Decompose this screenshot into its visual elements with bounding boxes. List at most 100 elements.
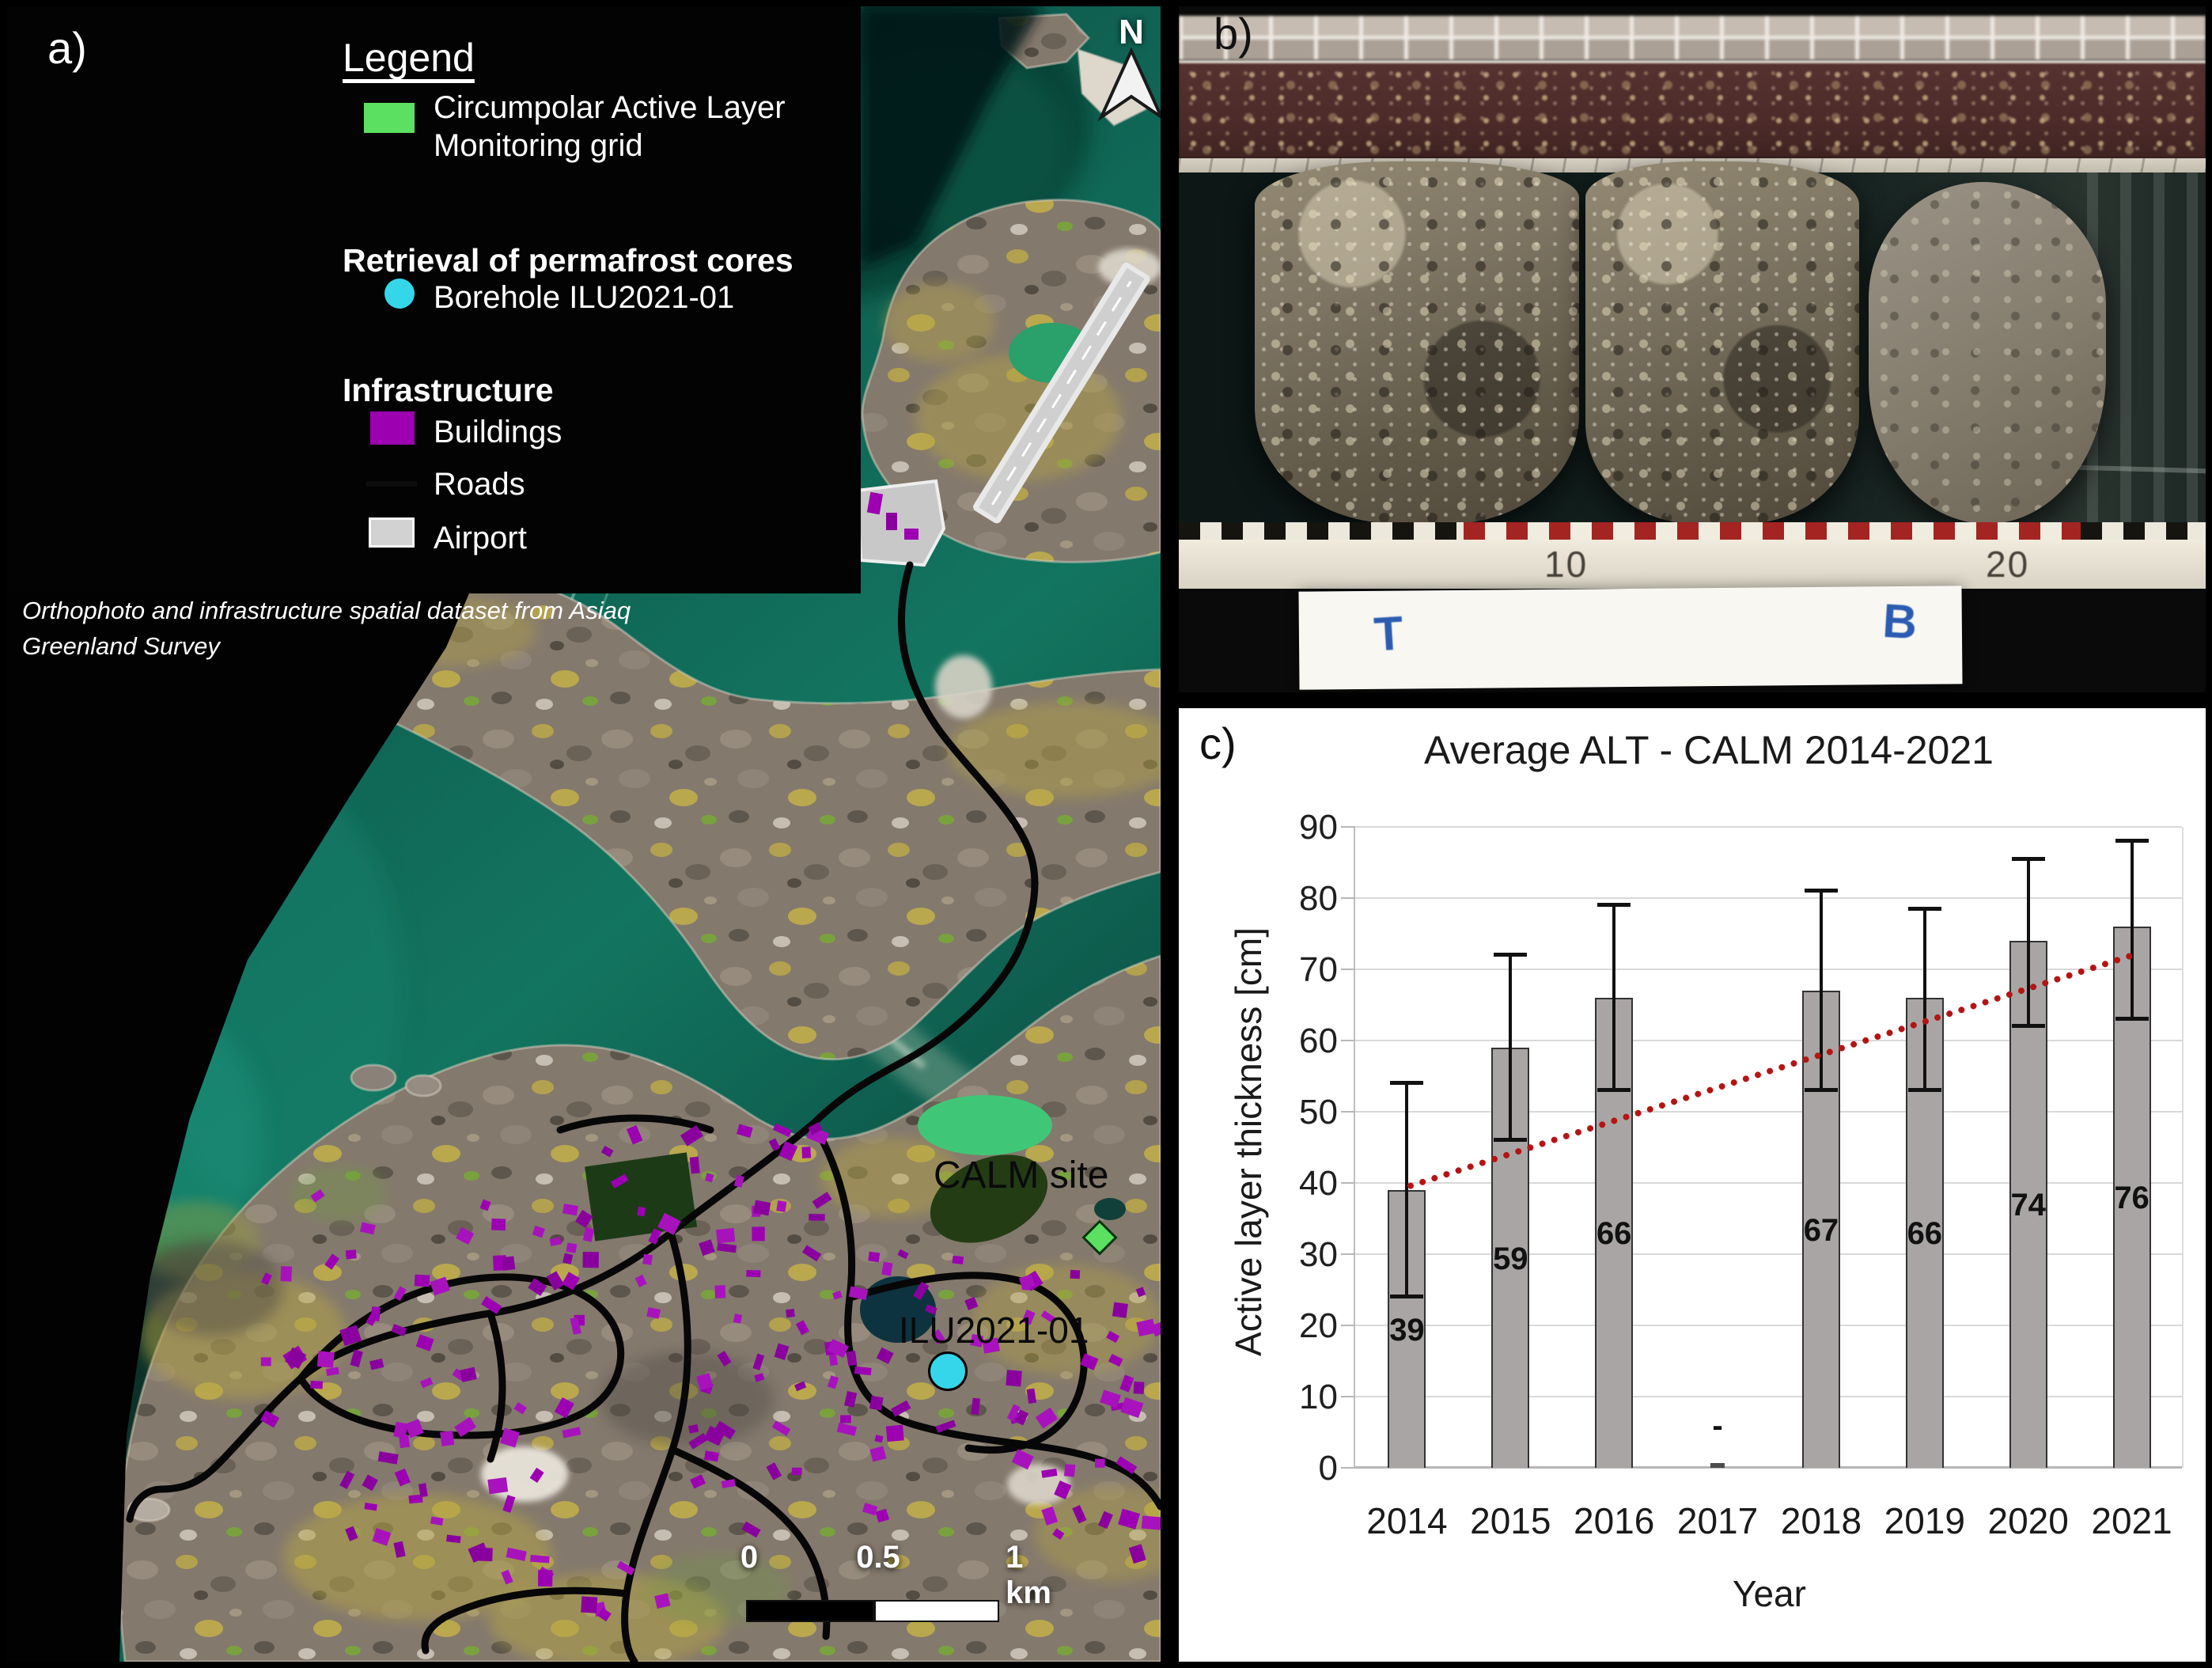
- grid-line: [1355, 897, 2182, 899]
- x-tick-label: 2018: [1781, 1499, 1862, 1542]
- map-panel: Legend Circumpolar Active Layer Monitori…: [6, 6, 1161, 1662]
- grid-line: [1355, 1182, 2182, 1184]
- grid-line: [1355, 826, 2182, 828]
- grid-line: [1355, 1040, 2182, 1041]
- borehole-marker: [928, 1351, 968, 1391]
- x-tick-label: 2016: [1574, 1499, 1654, 1542]
- bar-value-label: 39: [1389, 1313, 1425, 1348]
- error-bar-stem: [1820, 891, 1823, 1090]
- plot-area: 0102030405060708090395966-67667476: [1355, 827, 2184, 1468]
- legend-title: Legend: [343, 35, 475, 81]
- missing-value-label: -: [1712, 1408, 1722, 1444]
- calm-grid-label: Circumpolar Active Layer Monitoring grid: [434, 89, 829, 165]
- calm-grid-swatch: [364, 103, 415, 133]
- y-tick-label: 80: [1243, 879, 1338, 919]
- permafrost-core-2: [1585, 161, 1859, 524]
- error-bar-cap-top: [1908, 907, 1941, 911]
- error-bar-cap-top: [2115, 839, 2149, 843]
- tile-wall: [1179, 16, 2206, 60]
- grid-line: [1355, 1111, 2182, 1113]
- borehole-marker-swatch: [384, 279, 415, 309]
- x-tick-label: 2015: [1470, 1499, 1551, 1542]
- y-tick-label: 60: [1243, 1022, 1338, 1061]
- north-label: N: [1119, 13, 1144, 52]
- scale-bar-white-segment: [874, 1600, 999, 1622]
- y-tick-mark: [1341, 1182, 1355, 1184]
- error-bar-stem: [1509, 955, 1512, 1140]
- data-credit: Orthophoto and infrastructure spatial da…: [22, 593, 687, 665]
- core-photo-panel: 10 20 T B b): [1179, 6, 2206, 692]
- error-bar-stem: [1612, 905, 1615, 1090]
- scale-end: 1 km: [1006, 1540, 1051, 1611]
- y-tick-mark: [1341, 1040, 1355, 1041]
- buildings-label: Buildings: [434, 413, 562, 451]
- bar-value-label: 67: [1804, 1213, 1839, 1249]
- y-tick-label: 10: [1243, 1378, 1338, 1417]
- error-bar-cap-bottom: [1908, 1088, 1941, 1092]
- north-arrow: N: [1092, 13, 1161, 131]
- y-tick-label: 30: [1243, 1235, 1338, 1275]
- buildings-swatch: [370, 411, 415, 445]
- ruler-stripe-band: [1179, 522, 2206, 540]
- map-legend: Legend Circumpolar Active Layer Monitori…: [6, 6, 861, 593]
- roads-label: Roads: [434, 465, 525, 503]
- chart-panel: c) Average ALT - CALM 2014-2021 Active l…: [1179, 708, 2206, 1662]
- grid-line: [1355, 969, 2182, 970]
- bar-value-label: 76: [2114, 1181, 2150, 1216]
- x-tick-label: 2019: [1884, 1499, 1965, 1542]
- error-bar-stem: [1923, 909, 1926, 1091]
- y-tick-mark: [1341, 1253, 1355, 1255]
- bar-value-label: 66: [1597, 1216, 1632, 1252]
- x-tick-label: 2021: [2091, 1499, 2172, 1542]
- calm-site-label: CALM site: [934, 1154, 1108, 1197]
- y-tick-mark: [1341, 826, 1355, 828]
- y-tick-mark: [1341, 1325, 1355, 1326]
- y-tick-label: 20: [1243, 1306, 1338, 1346]
- error-bar-stem: [2131, 841, 2134, 1019]
- error-bar-stem: [2027, 859, 2030, 1027]
- scale-middle: 0.5: [856, 1540, 900, 1575]
- ruler-number-10: 10: [1544, 543, 1588, 586]
- ruler-number-20: 20: [1986, 543, 2029, 586]
- permafrost-core-1: [1255, 161, 1579, 524]
- airport-swatch: [369, 517, 415, 548]
- y-tick-label: 50: [1243, 1093, 1338, 1132]
- error-bar-cap-top: [1390, 1081, 1423, 1085]
- chart-title: Average ALT - CALM 2014-2021: [1274, 727, 2144, 773]
- y-tick-mark: [1341, 1111, 1355, 1113]
- grid-line: [1355, 1396, 2182, 1397]
- y-tick-mark: [1341, 897, 1355, 899]
- y-tick-label: 0: [1243, 1449, 1338, 1488]
- missing-baseline-dash: [1710, 1463, 1725, 1468]
- grid-line: [1355, 1325, 2182, 1326]
- label-paper: T B: [1298, 586, 1962, 689]
- north-arrow-icon: [1101, 51, 1161, 117]
- x-axis-title: Year: [1355, 1572, 2184, 1615]
- bar-value-label: 74: [2010, 1188, 2046, 1223]
- error-bar-cap-bottom: [2012, 1024, 2045, 1028]
- bar-value-label: 66: [1907, 1216, 1943, 1252]
- borehole-site-label: ILU2021-01: [899, 1309, 1089, 1351]
- panel-c-letter: c): [1199, 718, 1237, 769]
- x-tick-label: 2014: [1366, 1499, 1447, 1542]
- counter-edge: [1179, 60, 2206, 158]
- y-tick-mark: [1341, 969, 1355, 970]
- scale-bar: 0 0.5 1 km: [738, 1540, 1070, 1628]
- x-axis-line: [1355, 1466, 2182, 1469]
- y-tick-mark: [1341, 1396, 1355, 1397]
- error-bar-cap-bottom: [1805, 1088, 1838, 1092]
- core-top-mark: T: [1373, 606, 1405, 662]
- y-tick-label: 40: [1243, 1164, 1338, 1204]
- ruler-bw-left: [1179, 522, 1464, 540]
- figure-root: Legend Circumpolar Active Layer Monitori…: [0, 0, 2212, 1668]
- error-bar-stem: [1405, 1083, 1408, 1297]
- scale-start: 0: [740, 1540, 758, 1575]
- core-bottom-mark: B: [1881, 593, 1918, 650]
- scale-bar-black-segment: [746, 1600, 874, 1622]
- ruler-face: [1179, 540, 2206, 589]
- panel-b-letter: b): [1214, 8, 1253, 59]
- error-bar-cap-top: [1597, 903, 1631, 907]
- grid-line: [1355, 1253, 2182, 1255]
- error-bar-cap-bottom: [1597, 1088, 1631, 1092]
- y-tick-label: 70: [1243, 950, 1338, 990]
